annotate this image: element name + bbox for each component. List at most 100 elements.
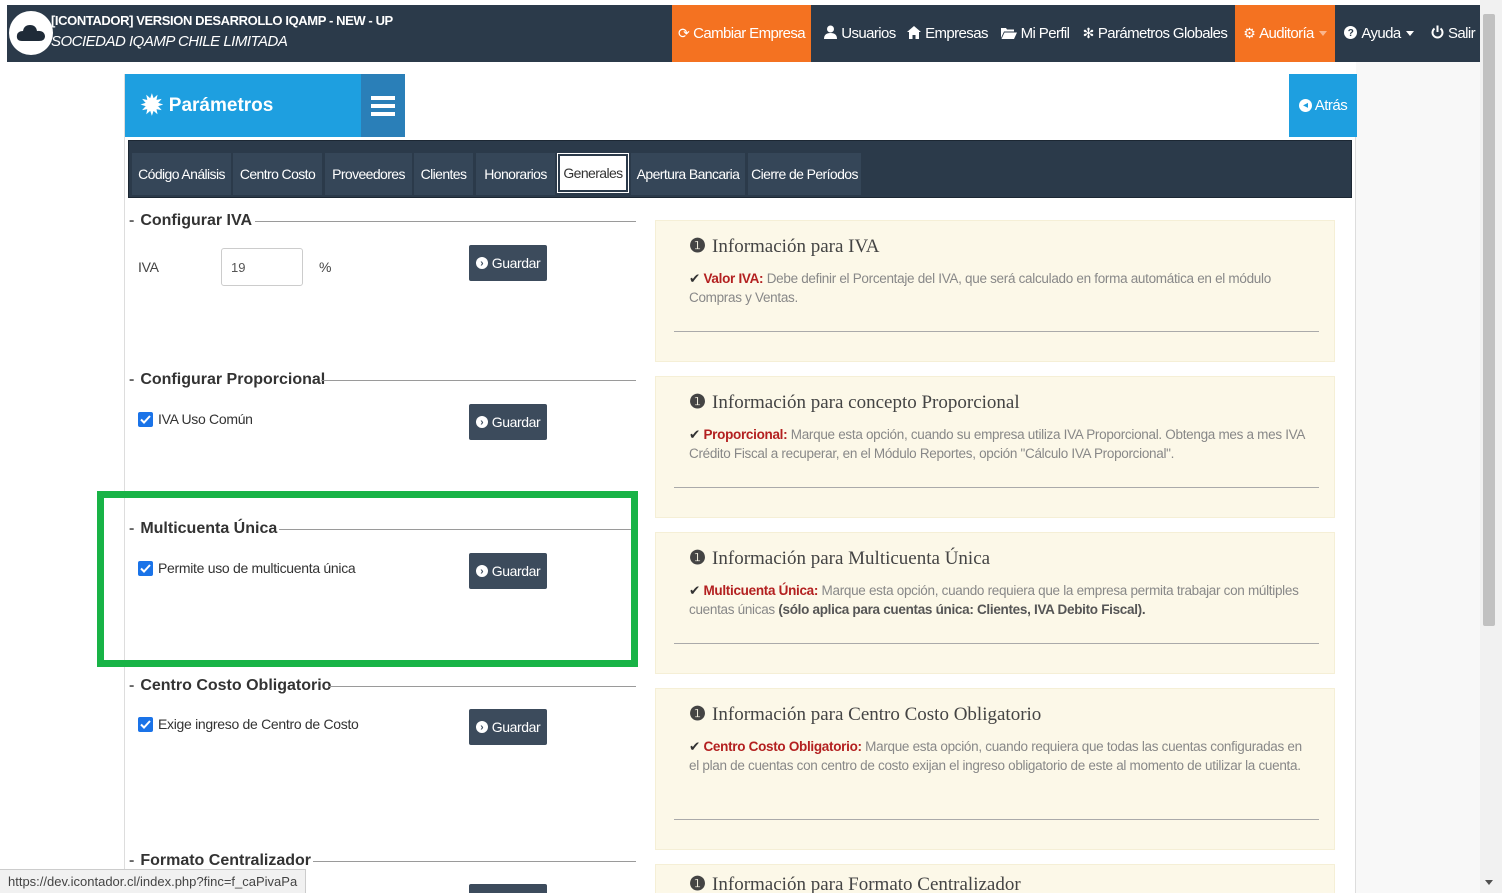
info-text: ✔ Proporcional: Marque esta opción, cuan… [689, 425, 1309, 463]
nav-salir[interactable]: Salir [1427, 5, 1479, 62]
nav-label: Mi Perfil [1020, 25, 1070, 42]
nav-usuarios[interactable]: Usuarios [815, 5, 905, 62]
nav-label: Ayuda [1361, 25, 1401, 42]
tab-generales[interactable]: Generales [557, 153, 629, 193]
info-title-text: Información para Multicuenta Única [712, 548, 991, 569]
gear-icon: ✻ [1082, 25, 1095, 41]
tab-honorarios[interactable]: Honorarios [476, 153, 555, 195]
info-key: Multicuenta Única: [703, 583, 819, 598]
tab-centro-costo[interactable]: Centro Costo [233, 153, 322, 195]
iva-input[interactable]: 19 [221, 248, 303, 286]
section-legend-formato: - Formato Centralizador [129, 852, 312, 869]
back-button[interactable]: ◂ Atrás [1289, 74, 1357, 137]
top-navbar: [ICONTADOR] VERSION DESARROLLO IQAMP - N… [7, 5, 1480, 62]
scrollbar-thumb[interactable] [1483, 14, 1495, 626]
info-text: ✔ Valor IVA: Debe definir el Porcentaje … [689, 269, 1309, 307]
save-iva-button[interactable]: › Guardar [469, 245, 547, 281]
arrow-left-circle-icon: ◂ [1298, 99, 1312, 112]
info-key: Valor IVA: [703, 271, 764, 286]
arrow-circle-icon: › [475, 721, 488, 733]
info-divider [674, 487, 1319, 488]
save-formato-button[interactable] [469, 884, 547, 893]
info-circle-icon: ❶ [689, 392, 707, 413]
info-description: Debe definir el Porcentaje del IVA, que … [689, 271, 1271, 305]
nav-auditoria[interactable]: ⚙ Auditoría [1235, 5, 1335, 62]
info-emphasis: (sólo aplica para cuentas única: Cliente… [778, 602, 1146, 617]
nav-ayuda[interactable]: ? Ayuda [1341, 5, 1417, 62]
nav-label: Salir [1447, 25, 1476, 42]
folder-open-icon [1000, 26, 1017, 42]
info-title-text: Información para IVA [712, 236, 880, 257]
info-key: Centro Costo Obligatorio: [703, 739, 862, 754]
checkbox-checked-icon[interactable] [138, 411, 153, 427]
check-icon: ✔ [689, 739, 701, 754]
nav-cambiar-empresa[interactable]: ⟳ Cambiar Empresa [672, 5, 811, 62]
info-title: ❶ Información para Centro Costo Obligator… [689, 703, 1041, 726]
info-box-iva: ❶ Información para IVA ✔ Valor IVA: Debe … [655, 220, 1335, 362]
section-legend-proporcional: - Configurar Proporcional [129, 371, 326, 388]
info-circle-icon: ❶ [689, 236, 707, 257]
tab-clientes[interactable]: Clientes [414, 153, 473, 195]
nav-label: Parámetros Globales [1097, 25, 1228, 42]
company-name: SOCIEDAD IQAMP CHILE LIMITADA [51, 33, 288, 50]
scroll-down-arrow-icon[interactable] [1485, 880, 1493, 885]
vertical-scrollbar[interactable] [1480, 0, 1502, 893]
question-circle-icon: ? [1344, 25, 1358, 42]
tab-cierre-periodos[interactable]: Cierre de Períodos [748, 153, 861, 195]
save-centro-costo-button[interactable]: › Guardar [469, 709, 547, 745]
section-legend-centro-costo: - Centro Costo Obligatorio [129, 677, 332, 694]
check-icon: ✔ [689, 271, 701, 286]
info-box-multicuenta: ❶ Información para Multicuenta Única ✔ Mu… [655, 532, 1335, 674]
nav-label: Cambiar Empresa [693, 25, 805, 42]
nav-label: Empresas [925, 25, 988, 42]
panel-header: ✹ Parámetros ◂ Atrás [125, 74, 1357, 137]
info-circle-icon: ❶ [689, 548, 707, 569]
legend-divider [255, 221, 636, 222]
nav-empresas[interactable]: Empresas [905, 5, 990, 62]
info-box-formato: ❶ Información para Formato Centralizador [655, 864, 1335, 893]
menu-toggle-icon[interactable] [361, 74, 405, 137]
info-circle-icon: ❶ [689, 704, 707, 725]
info-circle-icon: ❶ [689, 874, 707, 893]
info-title: ❶ Información para concepto Proporcional [689, 391, 1020, 414]
info-title-text: Información para Centro Costo Obligatori… [712, 704, 1042, 725]
iva-unit: % [319, 259, 332, 275]
svg-text:?: ? [1348, 28, 1354, 39]
save-proporcional-button[interactable]: › Guardar [469, 404, 547, 440]
info-text: ✔ Centro Costo Obligatorio: Marque esta … [689, 737, 1309, 775]
info-text: ✔ Multicuenta Única: Marque esta opción,… [689, 581, 1309, 619]
highlight-box [97, 491, 638, 667]
cloud-logo-icon[interactable] [9, 11, 53, 55]
tab-proveedores[interactable]: Proveedores [325, 153, 412, 195]
nav-parametros-globales[interactable]: ✻ Parámetros Globales [1081, 5, 1229, 62]
power-icon [1431, 25, 1444, 42]
info-box-centro-costo: ❶ Información para Centro Costo Obligator… [655, 688, 1335, 850]
arrow-circle-icon: › [475, 416, 488, 428]
tab-codigo-analisis[interactable]: Código Análisis [132, 153, 231, 195]
centro-costo-checkbox[interactable]: Exige ingreso de Centro de Costo [138, 716, 359, 732]
check-icon: ✔ [689, 583, 701, 598]
legend-text: Configurar Proporcional [140, 371, 326, 388]
info-title-text: Información para concepto Proporcional [712, 392, 1020, 413]
iva-uso-comun-checkbox[interactable]: IVA Uso Común [138, 411, 253, 427]
app-title: [ICONTADOR] VERSION DESARROLLO IQAMP - N… [51, 13, 393, 28]
tab-bar: Código Análisis Centro Costo Proveedores… [128, 140, 1352, 198]
section-legend-iva: - Configurar IVA [129, 212, 253, 229]
save-label: Guardar [491, 255, 541, 271]
chevron-down-icon [1318, 31, 1327, 36]
legend-divider [321, 380, 636, 381]
nav-mi-perfil[interactable]: Mi Perfil [995, 5, 1075, 62]
gear-icon: ✹ [141, 90, 163, 120]
arrow-circle-icon: › [475, 257, 488, 269]
info-key: Proporcional: [703, 427, 788, 442]
tab-apertura-bancaria[interactable]: Apertura Bancaria [631, 153, 745, 195]
panel-title-text: Parámetros [168, 94, 274, 116]
check-icon: ✔ [689, 427, 701, 442]
checkbox-checked-icon[interactable] [138, 716, 153, 732]
panel-title: ✹ Parámetros [125, 74, 361, 137]
user-icon [824, 25, 838, 42]
chevron-down-icon [1405, 31, 1414, 36]
legend-divider [329, 686, 636, 687]
info-box-proporcional: ❶ Información para concepto Proporcional … [655, 376, 1335, 518]
refresh-icon: ⟳ [677, 25, 690, 41]
